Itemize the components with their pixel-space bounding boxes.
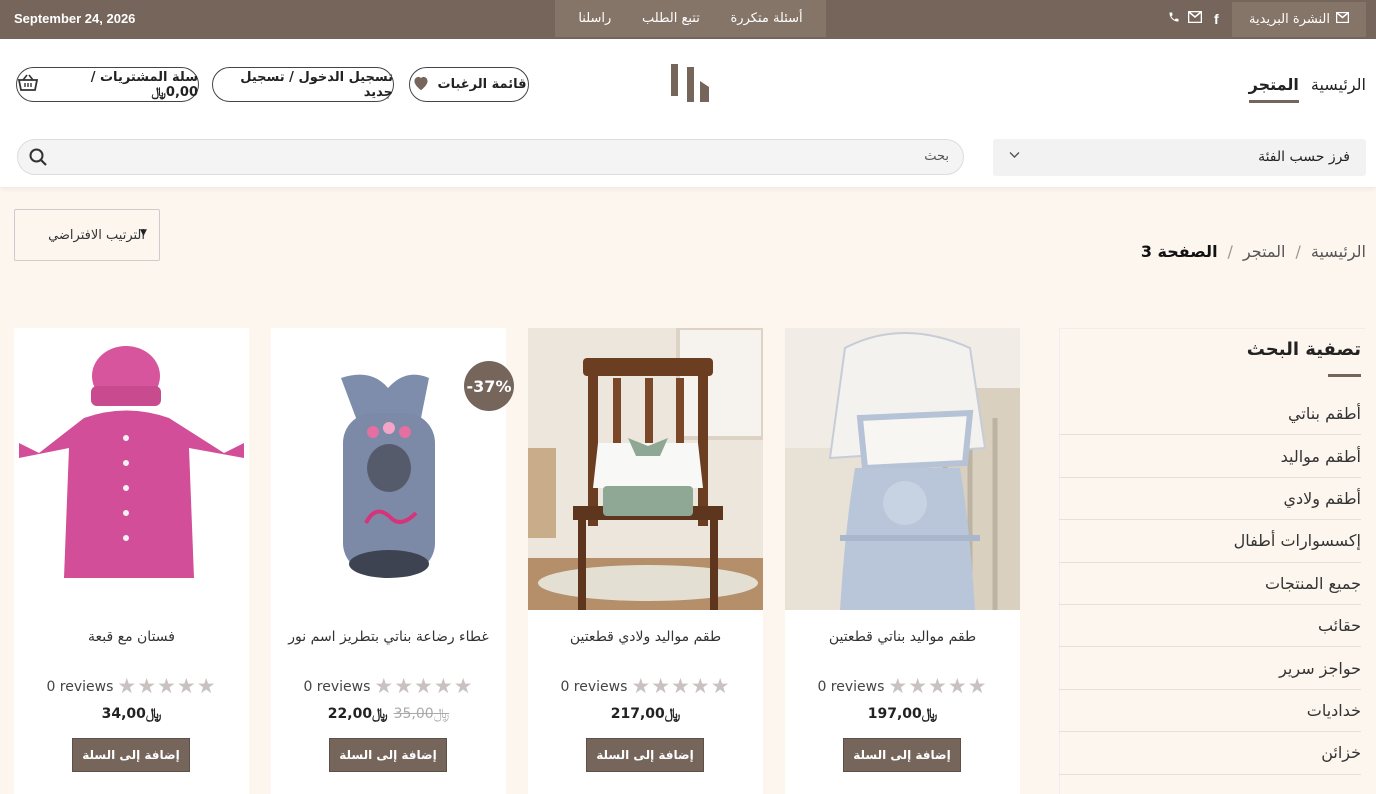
nav-home[interactable]: الرئيسية bbox=[1311, 75, 1366, 103]
category-item[interactable]: إكسسوارات أطفال bbox=[1059, 520, 1361, 563]
product-image[interactable] bbox=[14, 328, 249, 610]
breadcrumb-separator: / bbox=[1295, 242, 1301, 261]
cart-label: سلة المشتريات / 0,00﷼ bbox=[90, 69, 198, 100]
chevron-down-icon bbox=[1009, 149, 1020, 162]
breadcrumb-shop[interactable]: المتجر bbox=[1243, 242, 1286, 261]
breadcrumb: الرئيسية / المتجر / الصفحة 3 bbox=[1141, 242, 1366, 261]
add-to-cart-button[interactable]: إضافة إلى السلة bbox=[72, 738, 190, 772]
search-icon[interactable] bbox=[28, 147, 48, 167]
sidebar-title: تصفية البحث bbox=[1246, 339, 1361, 360]
facebook-icon[interactable]: f bbox=[1214, 12, 1219, 26]
product-card: فستان مع قبعة 0 reviews ★★★★★ ﷼34,00 إضا… bbox=[14, 328, 249, 794]
heart-icon bbox=[412, 75, 430, 95]
review-count: 0 reviews bbox=[303, 678, 371, 695]
mail-icon[interactable] bbox=[1187, 10, 1203, 26]
category-item[interactable]: خزائن bbox=[1059, 732, 1361, 775]
top-nav: أسئلة متكررة تتبع الطلب راسلنا bbox=[555, 0, 826, 37]
top-nav-contact[interactable]: راسلنا bbox=[578, 11, 611, 26]
star-rating-icon: ★★★★★ bbox=[374, 674, 474, 698]
discount-badge: -37% bbox=[464, 361, 514, 411]
price-current: ﷼22,00 bbox=[327, 706, 388, 722]
date-text: September 24, 2026 bbox=[14, 11, 136, 26]
star-rating-icon: ★★★★★ bbox=[117, 674, 217, 698]
product-price: ﷼217,00 bbox=[528, 706, 763, 722]
product-rating: 0 reviews ★★★★★ bbox=[271, 676, 506, 697]
basket-icon bbox=[17, 74, 39, 96]
category-list: أطقم بناتي أطقم مواليد أطقم ولادي إكسسوا… bbox=[1059, 393, 1361, 775]
cart-button[interactable]: سلة المشتريات / 0,00﷼ bbox=[16, 67, 199, 102]
currency-symbol: ﷼ bbox=[664, 706, 681, 722]
star-rating-icon: ★★★★★ bbox=[631, 674, 731, 698]
add-to-cart-button[interactable]: إضافة إلى السلة bbox=[843, 738, 961, 772]
currency-symbol: ﷼ bbox=[145, 706, 162, 722]
filter-sidebar: تصفية البحث أطقم بناتي أطقم مواليد أطقم … bbox=[1059, 328, 1365, 794]
product-rating: 0 reviews ★★★★★ bbox=[528, 676, 763, 697]
price-old: ﷼35,00 bbox=[393, 706, 450, 722]
category-item[interactable]: أطقم ولادي bbox=[1059, 478, 1361, 521]
product-title[interactable]: فستان مع قبعة bbox=[24, 626, 239, 648]
category-select[interactable]: فرز حسب الفئة bbox=[993, 139, 1366, 176]
category-item[interactable]: حقائب bbox=[1059, 605, 1361, 648]
price-current: ﷼34,00 bbox=[101, 706, 162, 722]
product-rating: 0 reviews ★★★★★ bbox=[785, 676, 1020, 697]
sort-select[interactable]: الترتيب الافتراضي ▼ bbox=[14, 209, 160, 261]
product-title[interactable]: طقم مواليد بناتي قطعتين bbox=[795, 626, 1010, 648]
product-title[interactable]: طقم مواليد ولادي قطعتين bbox=[538, 626, 753, 648]
wishlist-button[interactable]: قائمة الرغبات bbox=[409, 67, 529, 102]
price-current: ﷼197,00 bbox=[867, 706, 938, 722]
currency-symbol: ﷼ bbox=[372, 706, 388, 722]
top-bar: September 24, 2026 أسئلة متكررة تتبع الط… bbox=[0, 0, 1376, 39]
category-item[interactable]: أطقم مواليد bbox=[1059, 435, 1361, 478]
sort-selected: الترتيب الافتراضي bbox=[48, 228, 145, 243]
category-item[interactable]: جميع المنتجات bbox=[1059, 563, 1361, 605]
newsletter-label: النشرة البريدية bbox=[1249, 12, 1330, 27]
login-register-button[interactable]: تسجيل الدخول / تسجيل جديد bbox=[212, 67, 394, 102]
product-rating: 0 reviews ★★★★★ bbox=[14, 676, 249, 697]
review-count: 0 reviews bbox=[560, 678, 628, 695]
review-count: 0 reviews bbox=[46, 678, 114, 695]
product-price: ﷼34,00 bbox=[14, 706, 249, 722]
social-links: f bbox=[1168, 10, 1219, 26]
phone-icon[interactable] bbox=[1168, 11, 1180, 26]
wishlist-label: قائمة الرغبات bbox=[437, 77, 527, 92]
star-rating-icon: ★★★★★ bbox=[888, 674, 988, 698]
breadcrumb-current: الصفحة 3 bbox=[1140, 242, 1218, 261]
main-nav: الرئيسية المتجر bbox=[1248, 75, 1366, 103]
category-select-label: فرز حسب الفئة bbox=[1258, 149, 1350, 165]
product-card: طقم مواليد ولادي قطعتين 0 reviews ★★★★★ … bbox=[528, 328, 763, 794]
currency-symbol: ﷼ bbox=[433, 706, 450, 722]
category-item[interactable]: خداديات bbox=[1059, 690, 1361, 733]
top-nav-faq[interactable]: أسئلة متكررة bbox=[731, 11, 803, 26]
product-price: ﷼22,00 ﷼35,00 bbox=[271, 706, 506, 722]
search-bar[interactable]: بحث bbox=[17, 139, 964, 175]
product-image[interactable] bbox=[528, 328, 763, 610]
product-image[interactable] bbox=[785, 328, 1020, 610]
search-input[interactable]: بحث bbox=[924, 149, 949, 164]
breadcrumb-home[interactable]: الرئيسية bbox=[1311, 242, 1366, 261]
currency-symbol: ﷼ bbox=[921, 706, 938, 722]
price-current: ﷼217,00 bbox=[610, 706, 681, 722]
envelope-icon bbox=[1335, 11, 1350, 27]
product-card: طقم مواليد بناتي قطعتين 0 reviews ★★★★★ … bbox=[785, 328, 1020, 794]
add-to-cart-button[interactable]: إضافة إلى السلة bbox=[329, 738, 447, 772]
review-count: 0 reviews bbox=[817, 678, 885, 695]
site-logo[interactable] bbox=[670, 63, 712, 103]
caret-down-icon: ▼ bbox=[140, 228, 147, 238]
product-card: -37% غطاء رضاعة بناتي بتطريز اسم نور 0 r… bbox=[271, 328, 514, 794]
product-title[interactable]: غطاء رضاعة بناتي بتطريز اسم نور bbox=[281, 626, 496, 648]
product-price: ﷼197,00 bbox=[785, 706, 1020, 722]
title-underline bbox=[1328, 374, 1361, 377]
breadcrumb-separator: / bbox=[1227, 242, 1233, 261]
add-to-cart-button[interactable]: إضافة إلى السلة bbox=[586, 738, 704, 772]
category-item[interactable]: أطقم بناتي bbox=[1059, 393, 1361, 436]
category-item[interactable]: حواجز سرير bbox=[1059, 647, 1361, 690]
newsletter-button[interactable]: النشرة البريدية bbox=[1232, 2, 1366, 37]
nav-shop[interactable]: المتجر bbox=[1248, 75, 1299, 103]
top-nav-track-order[interactable]: تتبع الطلب bbox=[642, 11, 700, 26]
site-header: سلة المشتريات / 0,00﷼ تسجيل الدخول / تسج… bbox=[0, 39, 1376, 187]
